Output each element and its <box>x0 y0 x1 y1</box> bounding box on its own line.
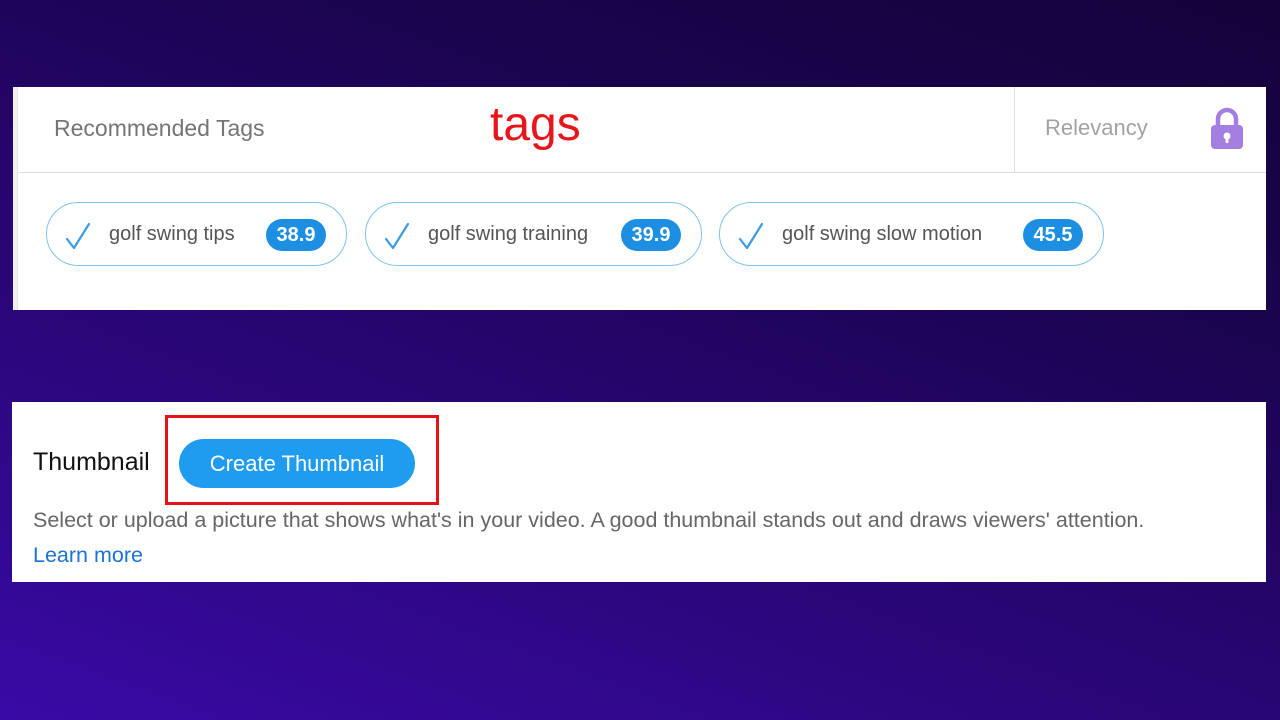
relevancy-score-badge: 45.5 <box>1023 219 1083 251</box>
tags-annotation-label: tags <box>490 98 581 151</box>
relevancy-label[interactable]: Relevancy <box>1045 115 1148 141</box>
tag-label: golf swing tips <box>109 223 235 245</box>
tag-label: golf swing slow motion <box>782 223 983 245</box>
relevancy-score-badge: 38.9 <box>266 219 326 251</box>
tag-chip[interactable]: golf swing tips 38.9 <box>46 202 347 266</box>
tags-header: Recommended Tags tags Relevancy <box>18 87 1266 173</box>
recommended-tags-title: Recommended Tags <box>54 115 265 141</box>
check-icon <box>65 221 91 251</box>
recommended-tags-panel: Recommended Tags tags Relevancy golf swi… <box>13 87 1266 310</box>
learn-more-link[interactable]: Learn more <box>33 543 143 568</box>
relevancy-score-badge: 39.9 <box>621 219 681 251</box>
tag-label: golf swing training <box>428 223 589 245</box>
thumbnail-title: Thumbnail <box>33 448 150 476</box>
thumbnail-description: Select or upload a picture that shows wh… <box>33 508 1145 532</box>
create-thumbnail-button[interactable]: Create Thumbnail <box>179 439 415 488</box>
tag-chip[interactable]: golf swing slow motion 45.5 <box>719 202 1104 266</box>
lock-icon[interactable] <box>1209 107 1245 151</box>
check-icon <box>738 221 764 251</box>
thumbnail-panel: Thumbnail Create Thumbnail Select or upl… <box>12 402 1266 582</box>
tag-chip[interactable]: golf swing training 39.9 <box>365 202 702 266</box>
header-divider <box>1014 87 1015 173</box>
check-icon <box>384 221 410 251</box>
